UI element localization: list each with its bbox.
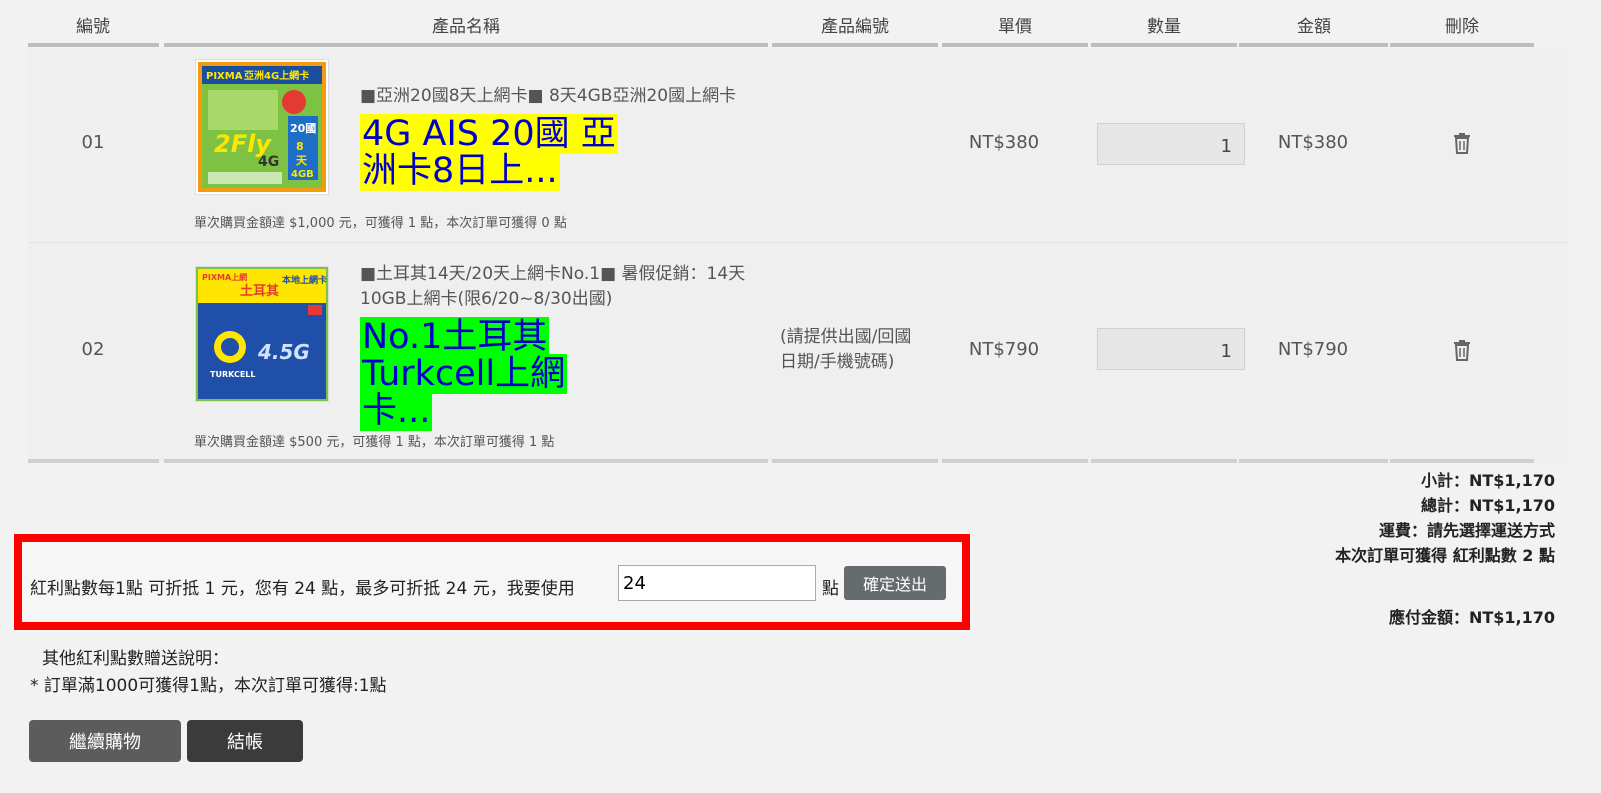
product-image[interactable]: PIXMA 亞洲4G上網卡 20國 8 天 4GB 2Fly 4G — [196, 60, 328, 194]
quantity-input[interactable]: 1 — [1097, 328, 1245, 370]
trash-icon[interactable] — [1452, 132, 1472, 154]
sim-card-turkey-image: PIXMA上網 土耳其 本地上網卡 4.5G TURKCELL — [196, 267, 328, 401]
trash-icon[interactable] — [1452, 339, 1472, 361]
svg-text:4GB: 4GB — [291, 169, 314, 180]
points-earned: 本次訂單可獲得 紅利點數 2 點 — [1335, 546, 1555, 565]
shipping-fee: 運費：請先選擇運送方式 — [1378, 521, 1555, 540]
product-name-line: ■土耳其14天/20天上網卡No.1■ 暑假促銷：14天 — [360, 264, 746, 284]
header-unit-price: 單價 — [998, 16, 1032, 37]
table-footer-divider — [1390, 459, 1534, 463]
checkout-button[interactable]: 結帳 — [187, 720, 303, 762]
line-amount: NT$380 — [1277, 132, 1349, 153]
other-points-rule: * 訂單滿1000可獲得1點，本次訂單可獲得:1點 — [30, 676, 387, 696]
product-code-note: (請提供出國/回國 日期/手機號碼) — [780, 325, 911, 375]
unit-price: NT$380 — [968, 132, 1040, 153]
cart-table: 編號 產品名稱 產品編號 單價 數量 金額 刪除 01 PIXMA 亞洲4G上網… — [28, 0, 1568, 463]
header-product-name: 產品名稱 — [432, 16, 500, 37]
trash-icon-svg — [1454, 340, 1470, 361]
table-footer-divider — [1091, 459, 1237, 463]
header-quantity: 數量 — [1147, 16, 1181, 37]
table-footer-divider — [942, 459, 1088, 463]
svg-text:TURKCELL: TURKCELL — [210, 370, 255, 379]
bonus-note: 單次購買金額達 $500 元，可獲得 1 點，本次訂單可獲得 1 點 — [194, 435, 555, 450]
header-divider — [164, 43, 768, 47]
table-row: 01 PIXMA 亞洲4G上網卡 20國 8 天 4GB 2Fly 4G ■亞洲… — [28, 48, 1568, 243]
product-title-line: Turkcell上網 — [360, 354, 568, 394]
svg-text:土耳其: 土耳其 — [240, 283, 279, 299]
product-name-line: 10GB上網卡(限6/20~8/30出國) — [360, 289, 613, 309]
product-code-line: 日期/手機號碼) — [780, 352, 895, 372]
quantity-input[interactable]: 1 — [1097, 123, 1245, 165]
points-description: 紅利點數每1點 可折抵 1 元，您有 24 點，最多可折抵 24 元，我要使用 — [30, 579, 575, 599]
header-divider — [28, 43, 159, 47]
other-points-title: 其他紅利點數贈送說明： — [42, 649, 229, 669]
product-title-highlight[interactable]: 4G AIS 20國 亞 洲卡8日上... — [360, 114, 618, 191]
product-title-line: 卡... — [360, 391, 433, 431]
product-title-line: 4G AIS 20國 亞 — [360, 114, 618, 154]
header-product-code: 產品編號 — [821, 16, 889, 37]
table-header: 編號 產品名稱 產品編號 單價 數量 金額 刪除 — [28, 0, 1568, 48]
header-delete: 刪除 — [1445, 16, 1479, 37]
table-footer-divider — [164, 459, 768, 463]
product-name-link[interactable]: ■土耳其14天/20天上網卡No.1■ 暑假促銷：14天 10GB上網卡(限6/… — [360, 262, 745, 312]
header-divider — [1390, 43, 1534, 47]
svg-text:4G: 4G — [258, 154, 279, 170]
points-input[interactable] — [618, 565, 816, 601]
header-no: 編號 — [76, 16, 110, 37]
table-footer-divider — [28, 459, 159, 463]
header-divider — [942, 43, 1088, 47]
table-footer-divider — [772, 459, 938, 463]
table-footer-divider — [1239, 459, 1388, 463]
continue-shopping-button[interactable]: 繼續購物 — [29, 720, 181, 762]
product-name-link[interactable]: ■亞洲20國8天上網卡■ 8天4GB亞洲20國上網卡 — [360, 84, 736, 109]
bonus-note: 單次購買金額達 $1,000 元，可獲得 1 點，本次訂單可獲得 0 點 — [194, 216, 567, 231]
svg-text:20國: 20國 — [290, 122, 316, 135]
item-number: 01 — [81, 132, 105, 153]
subtotal: 小計：NT$1,170 — [1420, 471, 1555, 490]
svg-text:天: 天 — [296, 154, 308, 167]
points-redemption-box: 紅利點數每1點 可折抵 1 元，您有 24 點，最多可折抵 24 元，我要使用 … — [14, 534, 970, 630]
product-code-line: (請提供出國/回國 — [780, 327, 912, 347]
line-amount: NT$790 — [1277, 339, 1349, 360]
svg-text:本地上網卡: 本地上網卡 — [282, 274, 327, 286]
header-amount: 金額 — [1297, 16, 1331, 37]
points-submit-button[interactable]: 確定送出 — [844, 566, 946, 600]
header-divider — [1239, 43, 1388, 47]
sim-card-asia-image: PIXMA 亞洲4G上網卡 20國 8 天 4GB 2Fly 4G — [198, 62, 326, 192]
header-divider — [772, 43, 938, 47]
amount-payable: 應付金額：NT$1,170 — [1388, 608, 1555, 627]
header-divider — [1091, 43, 1237, 47]
svg-text:8: 8 — [296, 140, 304, 153]
svg-text:4.5G: 4.5G — [257, 340, 310, 364]
svg-text:PIXMA上網: PIXMA上網 — [202, 272, 247, 282]
product-title-highlight[interactable]: No.1土耳其 Turkcell上網 卡... — [360, 317, 568, 431]
product-title-line: No.1土耳其 — [360, 317, 550, 357]
unit-price: NT$790 — [968, 339, 1040, 360]
table-row: 02 PIXMA上網 土耳其 本地上網卡 4.5G TURKCELL ■土耳其1… — [28, 243, 1568, 463]
product-image[interactable]: PIXMA上網 土耳其 本地上網卡 4.5G TURKCELL — [196, 267, 328, 401]
svg-text:PIXMA: PIXMA — [206, 71, 243, 82]
trash-icon-svg — [1454, 133, 1470, 154]
svg-text:亞洲4G上網卡: 亞洲4G上網卡 — [244, 69, 309, 82]
total: 總計：NT$1,170 — [1420, 496, 1555, 515]
points-unit-label: 點 — [822, 579, 839, 599]
item-number: 02 — [81, 339, 105, 360]
product-title-line: 洲卡8日上... — [360, 151, 560, 191]
